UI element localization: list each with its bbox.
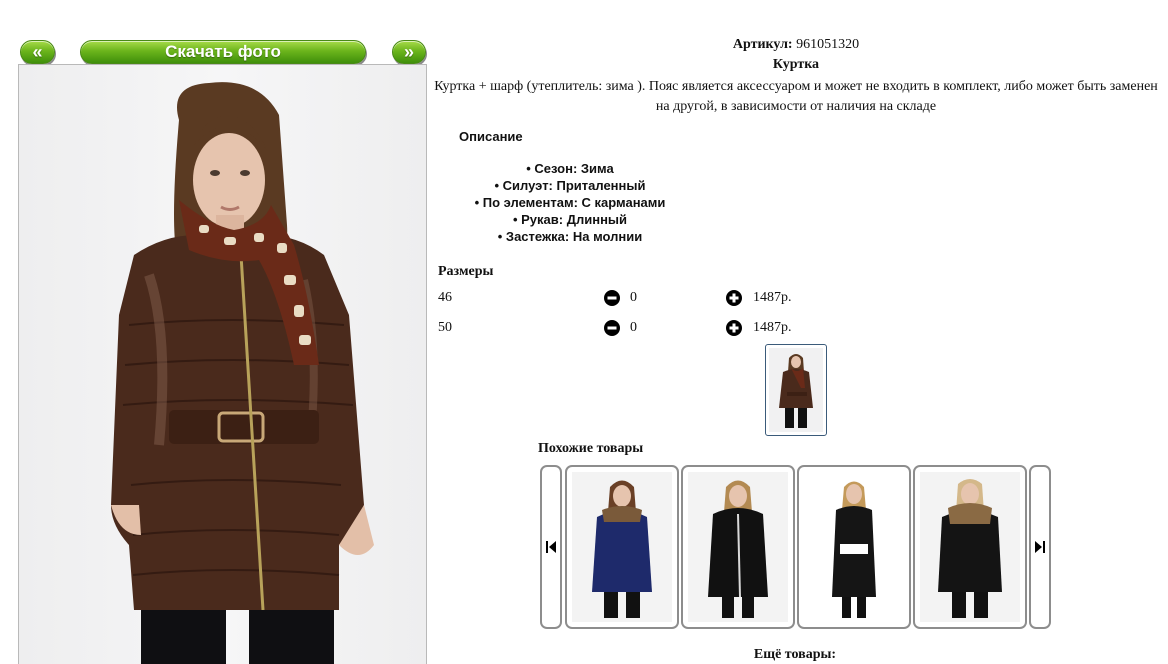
minus-circle-icon[interactable]	[604, 290, 620, 313]
gallery-next-button[interactable]: »	[392, 40, 426, 64]
size-row: 50 0 1487р.	[438, 318, 838, 338]
product-title: Куртка	[772, 57, 820, 72]
similar-products-header: Похожие товары	[538, 441, 644, 456]
skip-back-icon	[546, 541, 556, 553]
plus-circle-icon[interactable]	[726, 320, 742, 343]
size-value: 46	[438, 290, 452, 305]
download-photo-button[interactable]: Скачать фото	[80, 40, 366, 64]
plus-circle-icon[interactable]	[726, 290, 742, 313]
similar-product-card[interactable]	[681, 465, 795, 629]
similar-product-card[interactable]	[565, 465, 679, 629]
size-value: 50	[438, 320, 452, 335]
price-value: 1487р.	[753, 290, 792, 305]
similar-product-photo	[920, 472, 1020, 622]
article-value: 961051320	[796, 37, 860, 52]
feature-item: Рукав: Длинный	[440, 211, 700, 228]
minus-circle-icon[interactable]	[604, 320, 620, 343]
feature-item: Сезон: Зима	[440, 160, 700, 177]
feature-item: Силуэт: Приталенный	[440, 177, 700, 194]
similar-product-card[interactable]	[797, 465, 911, 629]
product-thumbnail[interactable]	[765, 344, 827, 436]
similar-product-card[interactable]	[913, 465, 1027, 629]
carousel-next-button[interactable]	[1029, 465, 1051, 629]
more-products-header: Ещё товары:	[753, 647, 837, 662]
gallery-prev-button[interactable]: «	[20, 40, 55, 64]
product-description: Куртка + шарф (утеплитель: зима ). Пояс …	[434, 79, 1158, 114]
similar-product-photo	[688, 472, 788, 622]
article-line: Артикул: 961051320	[620, 37, 972, 53]
size-row: 46 0 1487р.	[438, 288, 838, 308]
feature-item: Застежка: На молнии	[440, 228, 700, 245]
skip-forward-icon	[1035, 541, 1045, 553]
similar-product-photo	[572, 472, 672, 622]
feature-list: Сезон: Зима Силуэт: Приталенный По элеме…	[440, 160, 700, 245]
quantity-value: 0	[630, 290, 637, 305]
article-label: Артикул:	[732, 37, 793, 52]
model-in-jacket-illustration	[111, 82, 374, 664]
thumbnail-photo	[769, 348, 823, 432]
similar-product-photo	[804, 472, 904, 622]
carousel-prev-button[interactable]	[540, 465, 562, 629]
main-product-photo	[18, 64, 427, 664]
sizes-header: Размеры	[438, 264, 494, 279]
feature-item: По элементам: С карманами	[440, 194, 700, 211]
description-header: Описание	[459, 129, 523, 144]
price-value: 1487р.	[753, 320, 792, 335]
quantity-value: 0	[630, 320, 637, 335]
